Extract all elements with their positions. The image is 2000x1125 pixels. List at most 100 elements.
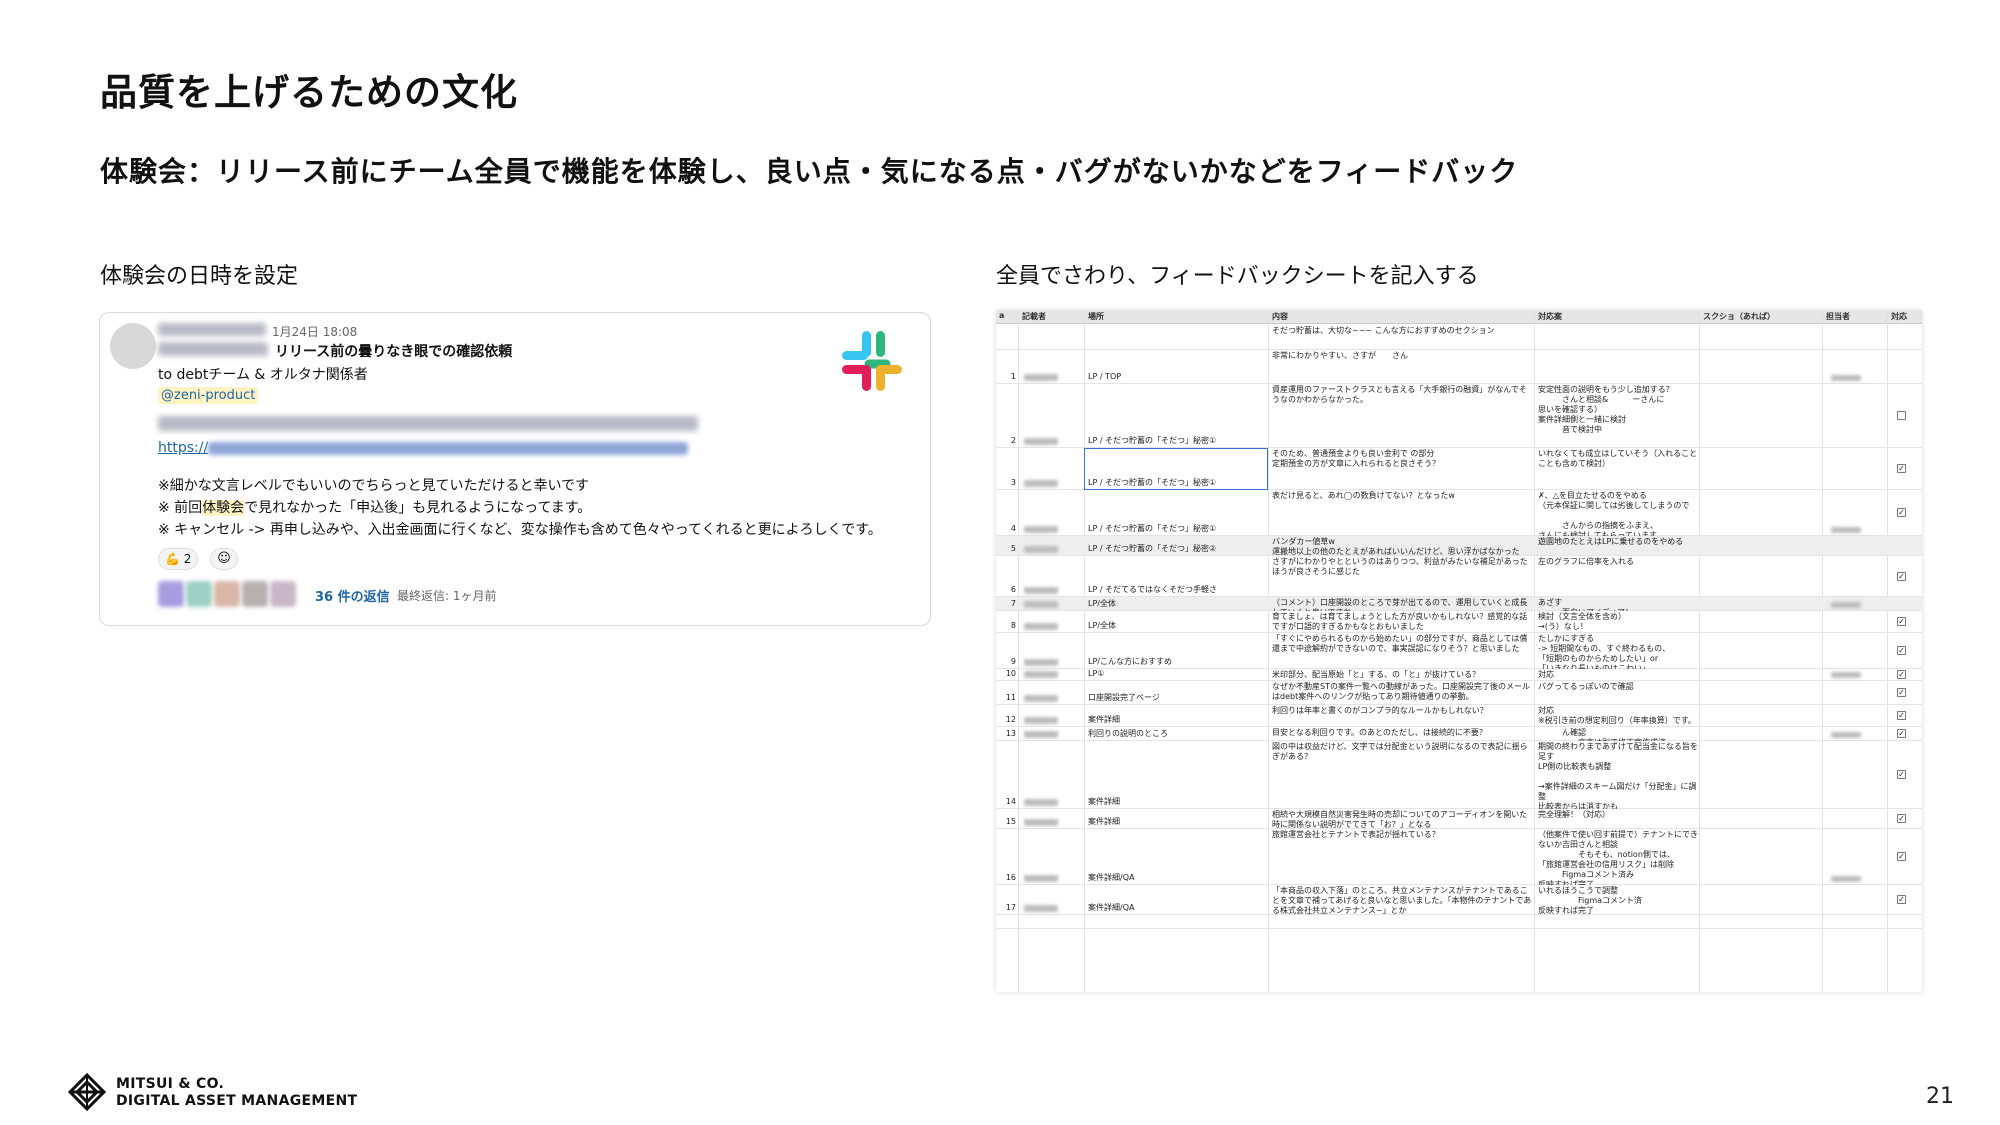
checked-checkbox-icon[interactable]: ✓ — [1897, 895, 1906, 904]
header-place: 場所 — [1088, 312, 1104, 321]
response-cell: 左のグラフに倍率を入れる — [1538, 557, 1634, 566]
place-cell: LP / TOP — [1088, 372, 1122, 381]
checked-checkbox-icon[interactable]: ✓ — [1897, 852, 1906, 861]
row-number-cell: 16 — [1005, 873, 1016, 882]
message-note-3: ※ キャンセル -> 再申し込みや、入出金画面に行くなど、変な操作も含めて色々や… — [158, 522, 882, 538]
place-cell: LP / そだつ貯蓄の「そだつ」秘密① — [1088, 524, 1217, 533]
checked-checkbox-icon[interactable]: ✓ — [1897, 617, 1906, 626]
add-reaction-icon[interactable]: ☺ — [210, 548, 238, 570]
checked-checkbox-icon[interactable]: ✓ — [1897, 670, 1906, 679]
left-section-heading: 体験会の日時を設定 — [100, 264, 299, 289]
table-row[interactable]: 14 案件詳細 図の中は収益だけど、文字では分配金という説明になるので表記に揺らぎが… — [996, 741, 1922, 809]
table-row[interactable]: 15 案件詳細 相続や大規模自然災害発生時の売却についてのアコーディオンを開いた時に… — [996, 809, 1922, 829]
header-screenshot: スクショ（あれば） — [1703, 312, 1775, 321]
reply-avatar — [158, 581, 184, 607]
table-row[interactable]: 5 LP / そだつ貯蓄の「そだつ」秘密② バンダカー値草w 運搬地以上の他のたとえ… — [996, 536, 1922, 556]
reply-count-link[interactable]: 36 件の返信 — [315, 586, 390, 605]
unchecked-checkbox-icon[interactable] — [1897, 411, 1906, 420]
table-row[interactable]: 2 LP / そだつ貯蓄の「そだつ」秘密① 資産運用のファーストクラスとも言える「大… — [996, 384, 1922, 448]
header-response: 対応案 — [1538, 312, 1562, 321]
feedback-sheet: a 記載者 場所 内容 対応案 スクショ（あれば） 担当者 対応 そだつ貯蓄は、… — [996, 310, 1922, 992]
row-number-cell: 13 — [1005, 729, 1016, 738]
content-cell: バンダカー値草w 運搬地以上の他のたとえがあればいいんだけど、思い浮かばなかった — [1272, 537, 1520, 556]
page-number: 21 — [1926, 1084, 1954, 1109]
content-cell: 目安となる利回りです。のあとのただし、は接続的に不要？ — [1272, 728, 1487, 737]
response-cell: いれるほうこうで調整 Figmaコメント済 反映すれば完了 — [1538, 886, 1643, 915]
content-cell: 利回りは年率と書くのがコンプラ的なルールかもしれない？ — [1272, 706, 1488, 715]
response-cell: 検討（文言全体を含め） →(う）なし！ — [1538, 612, 1626, 631]
note-2-suffix: で見れなかった「申込後」も見れるようになってます。 — [244, 500, 592, 516]
note-2-highlight: 体験会 — [202, 500, 245, 516]
place-cell: 口座開設完了ページ — [1088, 693, 1160, 702]
table-row[interactable]: 12 案件詳細 利回りは年率と書くのがコンプラ的なルールかもしれない？ 対応 ※税引き… — [996, 705, 1922, 727]
place-cell: LP/全体 — [1088, 621, 1116, 630]
table-row[interactable]: 1 LP / TOP 非常にわかりやすい、さすが さん — [996, 350, 1922, 384]
table-row[interactable]: 7 LP/全体 （コメント）口座開設のところで芽が出てるので、運用していくと成長して… — [996, 597, 1922, 611]
checked-checkbox-icon[interactable]: ✓ — [1897, 770, 1906, 779]
content-cell: 相続や大規模自然災害発生時の売却についてのアコーディオンを開いた時に関係ない説明… — [1272, 810, 1528, 829]
table-row[interactable]: 6 LP / そだてるではなくそだつ手軽さ さすがにわかりやとというのはありつつ、利… — [996, 556, 1922, 597]
response-cell: 対応 — [1538, 670, 1554, 679]
slide-title: 品質を上げるための文化 — [100, 71, 518, 114]
table-row[interactable] — [996, 915, 1922, 929]
row-number-cell: 1 — [1010, 372, 1016, 381]
blurred-author-cell — [1024, 601, 1058, 608]
blurred-assignee-cell — [1831, 672, 1861, 678]
checked-checkbox-icon[interactable]: ✓ — [1897, 688, 1906, 697]
header-row-number: a — [999, 311, 1005, 320]
table-row[interactable]: 10 LP① 米印部分、配当原始「と」する、の「と」が抜けている？ 対応 ✓ — [996, 669, 1922, 681]
response-cell: バグってるっぽいので確認 — [1538, 682, 1634, 691]
place-cell: 案件詳細 — [1088, 817, 1120, 826]
message-note-1: ※細かな文言レベルでもいいのでちらっと見ていただけると幸いです — [158, 478, 590, 494]
blurred-title-prefix — [158, 342, 268, 356]
content-cell: 育てましょ、は育てましょうとした方が良いかもしれない？感覚的な話ですが口語的すぎ… — [1272, 612, 1528, 631]
blurred-author-cell — [1024, 480, 1058, 487]
table-row[interactable]: 8 LP/全体 育てましょ、は育てましょうとした方が良いかもしれない？感覚的な話です… — [996, 611, 1922, 633]
blurred-assignee-cell — [1831, 602, 1861, 608]
content-cell: さすがにわかりやとというのはありつつ、利益がみたいな補足があったほうが良さそうに… — [1272, 557, 1528, 576]
reply-avatar — [214, 581, 240, 607]
checked-checkbox-icon[interactable]: ✓ — [1897, 571, 1906, 581]
table-row[interactable]: 9 LP/こんな方におすすめ 「すぐにやめられるものから始めたい」の部分ですが、商品… — [996, 633, 1922, 669]
content-cell: 表だけ見ると、あれ◯の数負けてない？となったw — [1272, 491, 1455, 500]
place-cell: 案件詳細/QA — [1088, 903, 1135, 912]
feedback-sheet-grid: a 記載者 場所 内容 対応案 スクショ（あれば） 担当者 対応 そだつ貯蓄は、… — [996, 310, 1922, 992]
table-row[interactable]: 16 案件詳細/QA 旅館運営会社とテナントで表記が揺れている？ （他案件で使い回す前… — [996, 829, 1922, 885]
blurred-author-cell — [1024, 671, 1058, 678]
blurred-author-cell — [1024, 819, 1058, 826]
table-row[interactable]: 4 LP / そだつ貯蓄の「そだつ」秘密① 表だけ見ると、あれ◯の数負けてない？とな… — [996, 490, 1922, 536]
sheet-header-row: a 記載者 場所 内容 対応案 スクショ（あれば） 担当者 対応 — [996, 310, 1922, 324]
checked-checkbox-icon[interactable]: ✓ — [1897, 464, 1906, 473]
message-note-2: ※ 前回体験会で見れなかった「申込後」も見れるようになってます。 — [158, 497, 591, 517]
slack-logo-icon — [842, 331, 902, 391]
response-cell: 対応 ※税引き前の想定利回り（年率換算）です。 — [1538, 706, 1696, 725]
blurred-author-cell — [1024, 374, 1058, 381]
blurred-assignee-cell — [1831, 527, 1861, 533]
response-cell: ん確認 文言は別で修正案作成済 — [1561, 728, 1666, 741]
table-row[interactable]: 11 口座開設完了ページ なぜか不動産STの案件一覧への動線があった。口座開設完了後… — [996, 681, 1922, 705]
response-cell: 完全理解！（対応） — [1538, 810, 1610, 819]
row-number-cell: 10 — [1005, 669, 1016, 678]
checked-checkbox-icon[interactable]: ✓ — [1897, 729, 1906, 738]
checked-checkbox-icon[interactable]: ✓ — [1897, 814, 1906, 823]
place-cell: 案件詳細 — [1088, 715, 1120, 724]
blurred-author-cell — [1024, 623, 1058, 630]
row-number-cell: 2 — [1010, 436, 1016, 445]
row-number-cell: 8 — [1010, 621, 1016, 630]
table-row[interactable]: 13 利回りの説明のところ 目安となる利回りです。のあとのただし、は接続的に不要？ … — [996, 727, 1922, 741]
reaction-pill[interactable]: 💪 2 — [158, 548, 199, 570]
content-cell: 旅館運営会社とテナントで表記が揺れている？ — [1272, 830, 1440, 839]
checked-checkbox-icon[interactable]: ✓ — [1897, 646, 1906, 655]
checked-checkbox-icon[interactable]: ✓ — [1897, 711, 1906, 720]
group-mention[interactable]: @zeni-product — [158, 387, 259, 404]
blurred-author-cell — [1024, 695, 1058, 702]
row-number-cell: 17 — [1005, 903, 1016, 912]
table-row[interactable]: 17 案件詳細/QA 「本商品の収入下落」のところ、共立メンテナンスがテナントである… — [996, 885, 1922, 915]
row-number-cell: 6 — [1010, 585, 1016, 594]
selected-cell-highlight — [1084, 448, 1268, 490]
content-cell: 資産運用のファーストクラスとも言える「大手銀行の融資」がなんでそうなのかわからな… — [1272, 385, 1527, 404]
message-link[interactable]: https:// — [158, 440, 208, 456]
reaction-count: 2 — [183, 552, 192, 566]
checked-checkbox-icon[interactable]: ✓ — [1897, 508, 1906, 517]
table-row[interactable]: 3 LP / そだつ貯蓄の「そだつ」秘密① そのため、普通預金よりも良い金利で の部… — [996, 448, 1922, 490]
